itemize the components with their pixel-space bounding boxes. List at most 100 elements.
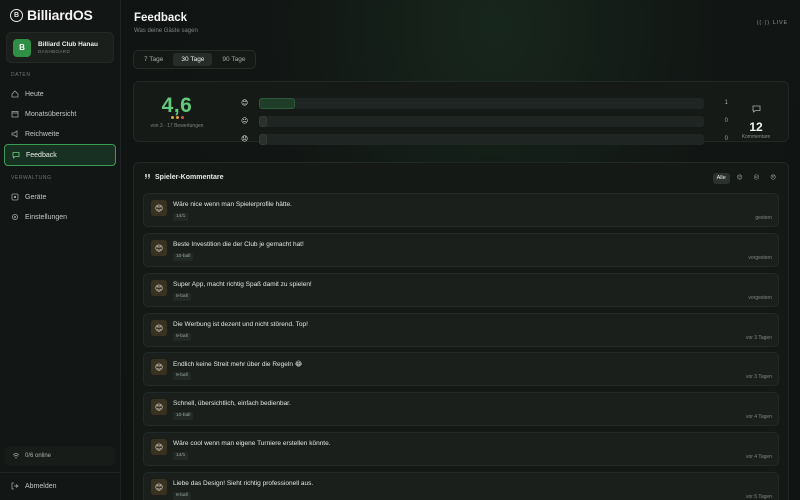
smile-emoji-icon: 😊 [241, 100, 249, 107]
comment-text: Wäre nice wenn man Spielerprofile hätte. [173, 201, 292, 208]
message-icon [12, 151, 20, 159]
comment-filter: Alle 😊 😐 😞 [712, 173, 780, 184]
comment-emoji: 😊 [151, 439, 167, 455]
comments-title: Spieler-Kommentare [155, 174, 224, 181]
sidebar-item-feedback[interactable]: Feedback [4, 144, 116, 166]
logout-button[interactable]: Abmelden [0, 472, 120, 500]
club-name: Billiard Club Hanau [38, 41, 98, 48]
filter-alle[interactable]: Alle [712, 173, 730, 184]
sidebar-item-geraete[interactable]: Geräte [4, 187, 116, 207]
sidebar-footer: 0/6 online Abmelden [0, 446, 120, 500]
game-tag: 9-ball [173, 333, 191, 341]
comment-emoji: 😊 [151, 359, 167, 375]
comment-item: 😊 Beste Investition die der Club je gema… [143, 233, 779, 267]
sidebar-item-heute[interactable]: Heute [4, 84, 116, 104]
online-status: 0/6 online [5, 446, 115, 466]
bar-track [259, 115, 704, 127]
comment-time: vor 3 Tagen [745, 374, 772, 380]
rating-bars: 😊 1 😐 0 😞 0 [241, 94, 729, 148]
comment-emoji: 😊 [151, 320, 167, 336]
comment-text: Super App, macht richtig Spaß damit zu s… [173, 281, 312, 288]
wifi-icon [12, 452, 20, 461]
comment-time: vor 3 Tagen [745, 335, 772, 341]
gear-icon [11, 213, 19, 221]
game-tag: 14/1 [173, 452, 189, 460]
bar-fill [259, 97, 295, 109]
bar-row-positive: 😊 1 [241, 94, 729, 112]
bar-count: 1 [724, 100, 728, 106]
tab-90-tage[interactable]: 90 Tage [214, 53, 253, 66]
brand[interactable]: B BilliardOS [0, 0, 120, 30]
live-indicator: ((·)) LIVE [757, 20, 788, 26]
comment-text: Die Werbung ist dezent und nicht störend… [173, 321, 308, 328]
tab-30-tage[interactable]: 30 Tage [173, 53, 213, 66]
page-subtitle: Was deine Gäste sagen [134, 28, 198, 34]
neutral-emoji-icon: 😐 [241, 118, 249, 125]
bar-count: 0 [724, 118, 728, 124]
rating-dots [144, 116, 210, 119]
game-tag: 10-ball [173, 412, 194, 420]
megaphone-icon [11, 130, 19, 138]
comment-emoji: 😊 [151, 280, 167, 296]
bar-row-neutral: 😐 0 [241, 112, 729, 130]
sidebar: B BilliardOS B Billiard Club Hanau DASHB… [0, 0, 121, 500]
logout-label: Abmelden [25, 483, 57, 490]
club-switcher[interactable]: B Billiard Club Hanau DASHBOARD [6, 32, 114, 63]
comment-text: Liebe das Design! Sieht richtig professi… [173, 480, 314, 487]
comment-icon [752, 100, 761, 117]
comment-time: vor 5 Tagen [745, 494, 772, 500]
billiard-ball-icon: B [10, 8, 23, 22]
comment-count-box: 12 Kommentare [736, 100, 776, 140]
bar-fill [259, 133, 267, 145]
page-header: Feedback Was deine Gäste sagen [134, 12, 198, 34]
club-avatar: B [13, 38, 31, 57]
rating-meta: von 3 · 17 Bewertungen [150, 123, 204, 129]
home-icon [11, 90, 19, 98]
section-label-daten: DATEN [11, 72, 31, 78]
comment-text: Beste Investition die der Club je gemach… [173, 241, 304, 248]
sidebar-item-monatsuebersicht[interactable]: Monatsübersicht [4, 104, 116, 124]
game-tag: 14/1 [173, 213, 189, 221]
range-tabs: 7 Tage 30 Tage 90 Tage [133, 50, 257, 69]
comment-emoji: 😊 [151, 479, 167, 495]
comment-emoji: 😊 [151, 240, 167, 256]
game-tag: 9-ball [173, 372, 191, 380]
bar-row-negative: 😞 0 [241, 130, 729, 148]
filter-negative[interactable]: 😞 [766, 173, 780, 184]
sidebar-item-label: Monatsübersicht [25, 110, 77, 118]
comment-time: vor 4 Tagen [745, 454, 772, 460]
comment-emoji: 😊 [151, 200, 167, 216]
sad-emoji-icon: 😞 [241, 136, 249, 143]
page-title: Feedback [134, 12, 188, 24]
comments-header: Spieler-Kommentare [144, 173, 223, 182]
online-count: 0/6 online [25, 453, 52, 459]
score-box: 4,6 von 3 · 17 Bewertungen [144, 94, 210, 129]
average-score: 4,6 [161, 94, 193, 117]
tab-7-tage[interactable]: 7 Tage [136, 53, 171, 66]
comment-item: 😊 Super App, macht richtig Spaß damit zu… [143, 273, 779, 307]
comment-time: vor 4 Tagen [745, 414, 772, 420]
section-label-verwaltung: VERWALTUNG [11, 175, 52, 181]
filter-positive[interactable]: 😊 [733, 173, 747, 184]
comment-text: Schnell, übersichtlich, einfach bedienba… [173, 400, 291, 407]
comment-item: 😊 Wäre nice wenn man Spielerprofile hätt… [143, 193, 779, 227]
bar-track [259, 133, 704, 145]
sidebar-item-einstellungen[interactable]: Einstellungen [4, 207, 116, 227]
comment-item: 😊 Endlich keine Streit mehr über die Reg… [143, 352, 779, 386]
comment-text: Endlich keine Streit mehr über die Regel… [173, 361, 303, 368]
comment-text: Wäre cool wenn man eigene Turniere erste… [173, 440, 331, 447]
calendar-icon [11, 110, 19, 118]
brand-name: BilliardOS [27, 7, 93, 23]
comment-item: 😊 Liebe das Design! Sieht richtig profes… [143, 472, 779, 500]
rating-summary: 4,6 von 3 · 17 Bewertungen 😊 1 😐 0 😞 0 1… [133, 81, 789, 145]
sidebar-item-label: Feedback [26, 151, 57, 159]
game-tag: 8-ball [173, 293, 191, 301]
sidebar-item-reichweite[interactable]: Reichweite [4, 124, 116, 144]
filter-neutral[interactable]: 😐 [750, 173, 764, 184]
comment-count-label: Kommentare [741, 134, 771, 140]
comment-time: gestern [755, 215, 772, 221]
comment-emoji: 😊 [151, 399, 167, 415]
comment-time: vorgestern [748, 295, 772, 301]
game-tag: 10-ball [173, 253, 194, 261]
comments-panel: Spieler-Kommentare Alle 😊 😐 😞 😊 Wäre nic… [133, 162, 789, 500]
